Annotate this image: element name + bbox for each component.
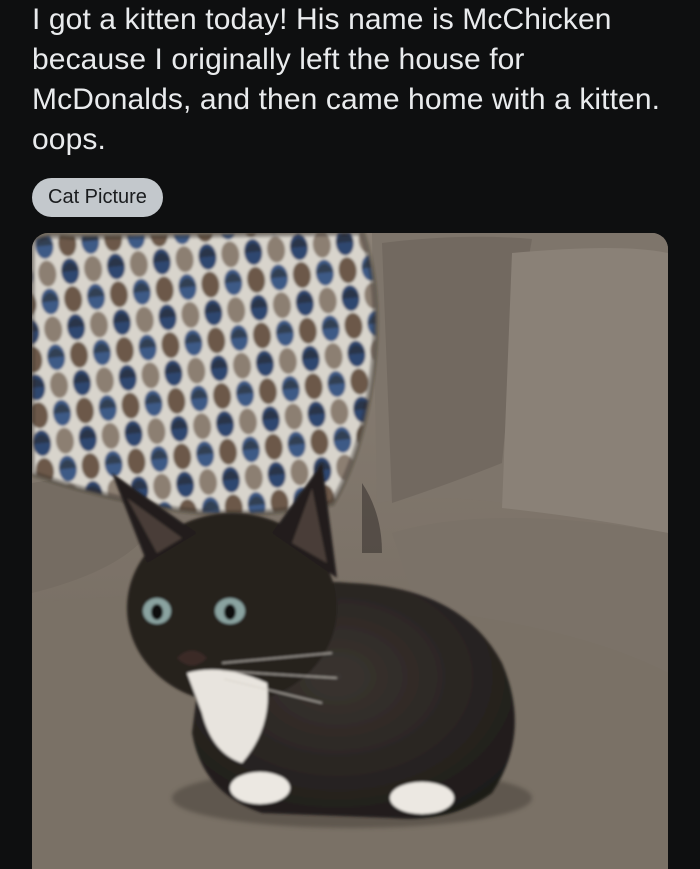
post-flair[interactable]: Cat Picture [32,178,163,217]
kitten-photo [32,233,668,869]
post-card: I got a kitten today! His name is McChic… [0,0,700,869]
post-title[interactable]: I got a kitten today! His name is McChic… [32,0,672,160]
post-image[interactable] [32,233,668,869]
